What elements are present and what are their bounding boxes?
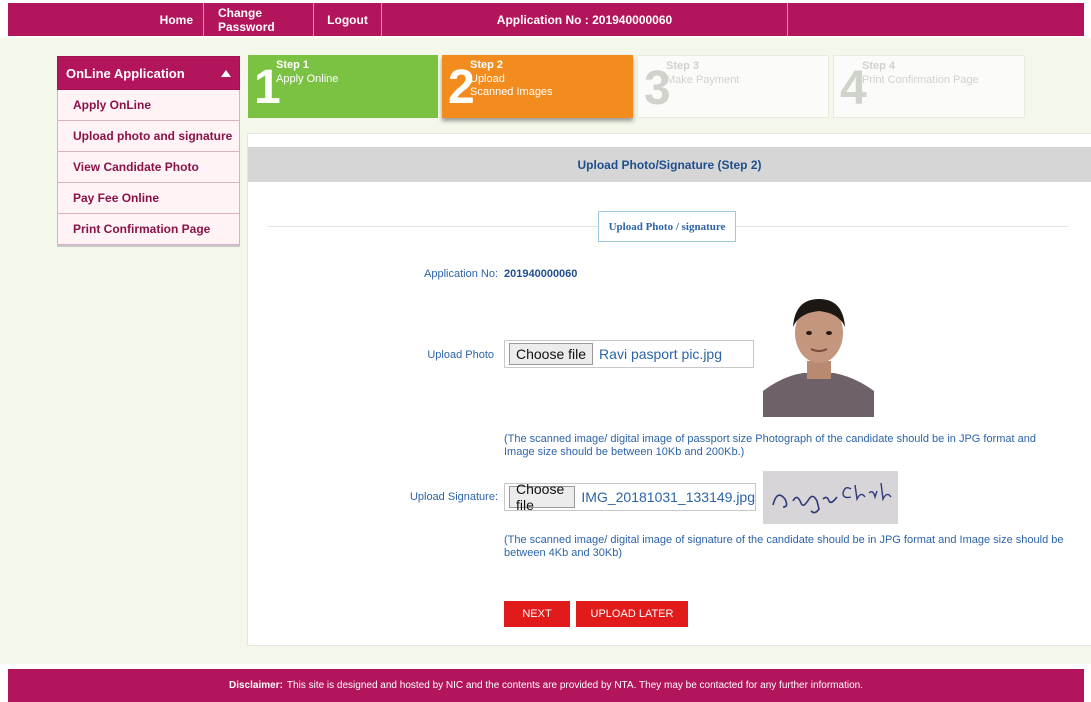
signature-image <box>763 471 898 524</box>
signature-filename: IMG_20181031_133149.jpg <box>581 489 755 505</box>
signature-file-input[interactable]: Choose file IMG_20181031_133149.jpg <box>504 481 756 513</box>
step-subtitle: Print Confirmation Page <box>862 74 979 86</box>
sidebar: OnLine Application Apply OnLine Upload p… <box>57 56 240 245</box>
step-4: 4 Step 4 Print Confirmation Page <box>833 55 1025 118</box>
disclaimer-text: This site is designed and hosted by NIC … <box>286 680 863 691</box>
step-2: 2 Step 2 Upload Scanned Images <box>442 55 633 118</box>
step-subtitle: Upload Scanned Images <box>470 73 553 98</box>
signature-scribble-icon <box>772 482 892 514</box>
upload-later-button[interactable]: UPLOAD LATER <box>576 601 688 627</box>
step-subtitle: Make Payment <box>666 74 740 86</box>
upload-panel: Upload Photo/Signature (Step 2) Upload P… <box>247 133 1091 646</box>
photo-filename: Ravi pasport pic.jpg <box>599 346 722 362</box>
step-3: 3 Step 3 Make Payment <box>637 55 829 118</box>
step-title: Step 3 <box>666 60 700 72</box>
choose-signature-button[interactable]: Choose file <box>509 481 576 513</box>
tab-upload-photo-signature[interactable]: Upload Photo / signature <box>598 211 736 242</box>
step-title: Step 4 <box>862 60 896 72</box>
candidate-photo-image <box>763 291 874 417</box>
sidebar-item-pay-fee[interactable]: Pay Fee Online <box>57 183 240 214</box>
signature-guideline: (The scanned image/ digital image of sig… <box>504 534 1064 559</box>
nav-change-password[interactable]: Change Password <box>204 3 314 36</box>
photo-guideline: (The scanned image/ digital image of pas… <box>504 433 1036 458</box>
nav-logout[interactable]: Logout <box>314 3 382 36</box>
sidebar-item-upload-photo[interactable]: Upload photo and signature <box>57 121 240 152</box>
sidebar-header[interactable]: OnLine Application <box>57 56 240 90</box>
next-button[interactable]: NEXT <box>504 601 570 627</box>
footer-disclaimer: Disclaimer: This site is designed and ho… <box>8 669 1084 702</box>
upload-signature-label: Upload Signature: <box>409 491 498 503</box>
upload-photo-label: Upload Photo <box>427 349 494 361</box>
disclaimer-label: Disclaimer: <box>229 680 283 691</box>
choose-photo-button[interactable]: Choose file <box>509 343 594 365</box>
photo-file-input[interactable]: Choose file Ravi pasport pic.jpg <box>504 340 754 368</box>
step-title: Step 1 <box>276 59 310 71</box>
application-no-label: Application No: <box>424 268 498 280</box>
application-number: Application No : 201940000060 <box>382 3 788 36</box>
step-subtitle: Apply Online <box>276 73 339 85</box>
sidebar-item-view-photo[interactable]: View Candidate Photo <box>57 152 240 183</box>
step-1: 1 Step 1 Apply Online <box>248 55 438 118</box>
panel-header: Upload Photo/Signature (Step 2) <box>248 147 1091 182</box>
sidebar-item-print-confirmation[interactable]: Print Confirmation Page <box>57 214 240 245</box>
candidate-photo <box>763 291 874 417</box>
sidebar-title: OnLine Application <box>66 65 185 81</box>
nav-home[interactable]: Home <box>8 3 204 36</box>
collapse-arrow-icon <box>221 69 231 77</box>
step-title: Step 2 <box>470 59 504 71</box>
top-nav: Home Change Password Logout Application … <box>8 3 1084 36</box>
sidebar-item-apply-online[interactable]: Apply OnLine <box>57 90 240 121</box>
application-no-value: 201940000060 <box>504 268 578 280</box>
